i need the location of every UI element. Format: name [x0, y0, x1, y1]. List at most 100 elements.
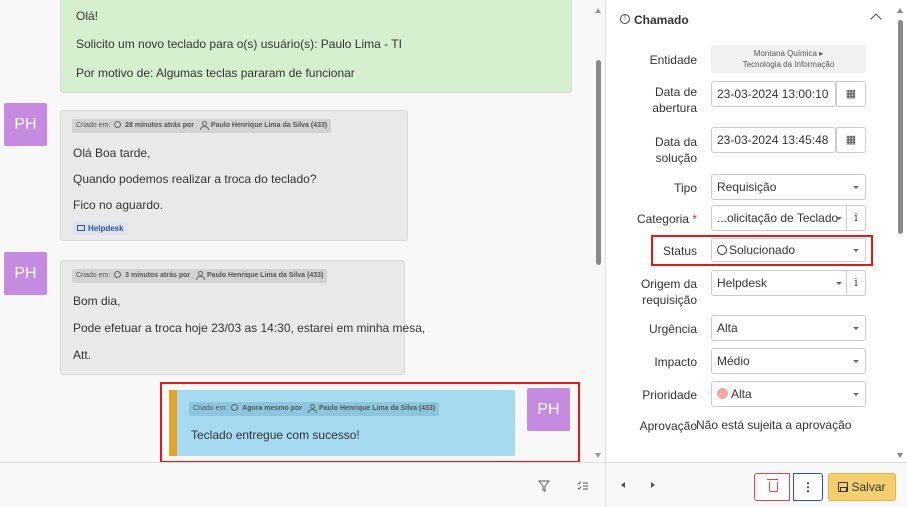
urgency-select[interactable]: Alta: [711, 315, 866, 341]
highlight-box: [160, 382, 580, 462]
calendar-icon[interactable]: ▦: [836, 81, 866, 107]
next-icon[interactable]: [651, 482, 655, 488]
previous-icon[interactable]: [621, 482, 625, 488]
avatar: PH: [4, 103, 47, 146]
clock-icon: [114, 271, 122, 279]
priority-value: Alta: [731, 387, 752, 401]
ticket-scrollbar[interactable]: [893, 0, 907, 462]
created-time: 28 minutos atrás por: [125, 122, 194, 129]
type-select[interactable]: Requisição: [711, 174, 866, 200]
opening-date-input[interactable]: 23-03-2024 13:00:10: [711, 81, 836, 107]
created-time: 3 minutos atrás por: [125, 272, 191, 279]
scroll-thumb[interactable]: [596, 60, 601, 265]
timeline-toolbar: [0, 462, 605, 507]
field-label-part: Origem da: [640, 277, 697, 291]
impact-select[interactable]: Médio: [711, 348, 866, 374]
followup-bubble: Criado em: 3 minutos atrás por Paulo Hen…: [60, 260, 425, 375]
field-label: Entidade: [649, 53, 697, 67]
priority-color-dot: [717, 388, 728, 400]
checklist-icon[interactable]: [577, 480, 589, 495]
field-label: Prioridade: [642, 388, 697, 402]
scroll-up-icon[interactable]: [595, 8, 601, 13]
monitor-icon: [77, 224, 85, 231]
field-label-part: requisição: [642, 293, 697, 307]
solution-date-input[interactable]: 23-03-2024 13:45:48: [711, 127, 836, 153]
required-mark: *: [692, 212, 697, 226]
field-label: Origem da requisição: [641, 276, 697, 308]
category-select[interactable]: ...olicitação de Teclado: [711, 205, 849, 231]
created-label: Criado em:: [76, 122, 111, 129]
type-value: Requisição: [717, 180, 777, 194]
info-icon[interactable]: i: [846, 270, 866, 296]
clock-icon: [114, 121, 122, 129]
chevron-down-icon: [853, 360, 859, 363]
category-value: ...olicitação de Teclado: [717, 211, 839, 225]
followup-bubble: Criado em: 28 minutos atrás por Paulo He…: [60, 110, 408, 241]
highlight-box: [651, 235, 873, 266]
floppy-icon: [838, 481, 849, 492]
calendar-icon[interactable]: ▦: [836, 127, 866, 153]
ticket-section-header[interactable]: ! Chamado: [606, 0, 894, 40]
priority-select[interactable]: Alta: [711, 381, 866, 407]
impact-value: Médio: [717, 354, 750, 368]
avatar: PH: [4, 252, 47, 295]
chevron-down-icon: [853, 186, 859, 189]
author-link[interactable]: Paulo Henrique Lima da Silva (433): [211, 122, 327, 129]
save-button[interactable]: Salvar: [828, 473, 896, 501]
user-icon: [199, 121, 209, 131]
description-line: Olá!: [76, 9, 99, 23]
message-line: Bom dia,: [73, 294, 121, 308]
more-actions-button[interactable]: ⋮: [793, 473, 823, 501]
chevron-up-icon[interactable]: [870, 13, 882, 25]
field-label-part: solução: [655, 151, 697, 165]
scroll-down-icon[interactable]: [897, 453, 903, 458]
approval-value: Não está sujeita a aprovação: [696, 418, 852, 432]
field-label: Impacto: [654, 355, 697, 369]
message-line: Fico no aguardo.: [73, 198, 164, 212]
entity-line: Montana Química ▸: [753, 49, 824, 58]
followup-meta: Criado em: 3 minutos atrás por Paulo Hen…: [72, 269, 328, 283]
source-tag-label: Helpdesk: [88, 224, 124, 233]
field-label: Data de abertura: [652, 84, 697, 116]
message-line: Olá Boa tarde,: [73, 146, 151, 160]
created-label: Criado em:: [76, 272, 111, 279]
section-title: Chamado: [634, 13, 689, 27]
timeline-scrollbar[interactable]: [591, 0, 605, 462]
field-label: Data da solução: [655, 134, 697, 166]
author-link[interactable]: Paulo Henrique Lima da Silva (433): [207, 272, 323, 279]
followup-meta: Criado em: 28 minutos atrás por Paulo He…: [72, 119, 332, 133]
save-label: Salvar: [851, 480, 886, 494]
scroll-thumb[interactable]: [898, 20, 903, 234]
ticket-panel: ! Chamado Entidade Montana Química ▸ Tec…: [605, 0, 907, 462]
origin-value: Helpdesk: [717, 276, 768, 290]
field-label: Categoria *: [637, 211, 697, 227]
message-line: Att.: [73, 348, 92, 362]
field-label-part: Data da: [654, 135, 697, 149]
ticket-toolbar: ⋮ Salvar: [605, 462, 907, 507]
delete-button[interactable]: [754, 473, 790, 501]
entity-line: Tecnologia da Informação: [742, 60, 835, 69]
description-line: Por motivo de: Algumas teclas pararam de…: [76, 66, 355, 80]
field-label: Aprovação: [639, 419, 697, 433]
urgency-value: Alta: [717, 321, 738, 335]
message-line: Pode efetuar a troca hoje 23/03 as 14:30…: [73, 321, 426, 335]
scroll-down-icon[interactable]: [595, 453, 601, 458]
user-icon: [196, 271, 206, 281]
info-icon: !: [620, 14, 630, 24]
chevron-down-icon: [853, 393, 859, 396]
field-label-part: Categoria: [636, 212, 689, 226]
timeline-panel[interactable]: Olá! Solicito um novo teclado para o(s) …: [0, 0, 591, 462]
chevron-down-icon: [836, 282, 842, 285]
info-icon[interactable]: i: [846, 205, 866, 231]
field-label-part: abertura: [652, 101, 697, 115]
message-line: Quando podemos realizar a troca do tecla…: [73, 172, 317, 186]
ticket-description: Olá! Solicito um novo teclado para o(s) …: [60, 0, 572, 93]
field-label: Tipo: [674, 181, 697, 195]
trash-icon: [767, 479, 778, 492]
scroll-up-icon[interactable]: [897, 8, 903, 13]
source-tag: Helpdesk: [73, 222, 128, 235]
funnel-icon[interactable]: [537, 480, 551, 495]
entity-field: Montana Química ▸ Tecnologia da Informaç…: [711, 45, 866, 73]
origin-select[interactable]: Helpdesk: [711, 270, 849, 296]
description-line: Solicito um novo teclado para o(s) usuár…: [76, 37, 402, 51]
